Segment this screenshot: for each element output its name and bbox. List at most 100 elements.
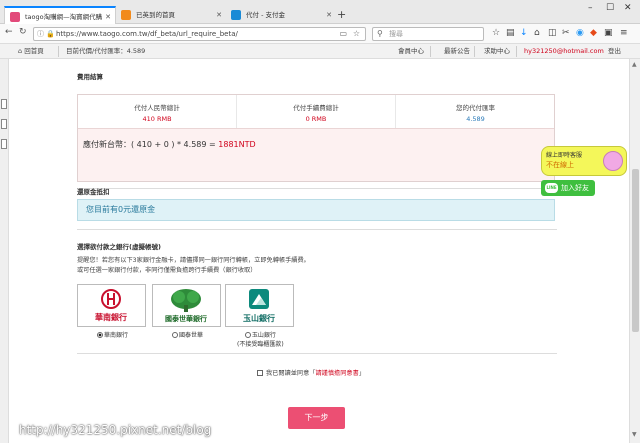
bank-card-esun[interactable]: 玉山銀行 xyxy=(225,284,294,327)
addon-icon[interactable]: ◆ xyxy=(590,28,597,38)
url-bar[interactable]: ⓘ 🔒 https://www.taogo.com.tw/df_beta/url… xyxy=(33,27,366,41)
side-tool-icon[interactable] xyxy=(1,99,7,109)
close-icon[interactable]: ✕ xyxy=(216,6,222,24)
sync-icon[interactable]: ◉ xyxy=(576,28,584,38)
huanan-bank-logo: 華南銀行 xyxy=(95,289,127,322)
news-link[interactable]: 最新公告 xyxy=(444,44,470,59)
line-add-friend-button[interactable]: LINE 加入好友 xyxy=(541,180,595,196)
home-link-label: 回首頁 xyxy=(24,47,44,55)
cathay-logo-text: 國泰世華銀行 xyxy=(165,314,207,323)
header-divider xyxy=(474,46,475,57)
minimize-icon[interactable]: – xyxy=(588,3,593,13)
section-divider xyxy=(77,229,557,230)
maximize-icon[interactable]: ☐ xyxy=(606,3,614,13)
live-support-status: 不在線上 xyxy=(546,161,574,169)
radio-esun[interactable]: 玉山銀行 (不接受臨櫃匯款) xyxy=(237,330,284,348)
rmb-total-label: 代付人民幣總計 xyxy=(134,104,180,112)
window-close-icon[interactable]: ✕ xyxy=(624,3,632,13)
exchange-rate-label: 目前代價/代付匯率：4.589 xyxy=(66,47,146,55)
tab-taogo[interactable]: taogo淘購網—淘寶網代購 ✕ xyxy=(4,6,116,24)
agreement-row[interactable]: 我已閱讀並同意「請謹慎擔同意書」 xyxy=(257,368,365,377)
tab-homepage[interactable]: 已英到的首頁 ✕ xyxy=(116,6,226,24)
back-icon[interactable]: ← xyxy=(5,27,13,37)
fee-total-value: 0 RMB xyxy=(305,115,327,123)
close-icon[interactable]: ✕ xyxy=(326,6,332,24)
radio-button[interactable] xyxy=(172,332,178,338)
extension-icon[interactable]: ▣ xyxy=(604,28,613,38)
home-link[interactable]: ⌂ 回首頁 xyxy=(18,44,44,59)
side-toolbar xyxy=(0,59,9,443)
rmb-total-col: 代付人民幣總計 410 RMB xyxy=(78,95,237,128)
page-scrollbar[interactable]: ▲ ▼ xyxy=(629,59,640,443)
help-center-link[interactable]: 求助中心 xyxy=(484,44,510,59)
info-icon[interactable]: ⓘ xyxy=(37,28,44,40)
menu-icon[interactable]: ≡ xyxy=(620,28,628,38)
side-tool-icon[interactable] xyxy=(1,139,7,149)
bank-section-title: 選擇欲付款之銀行(虛擬帳號) xyxy=(77,243,161,251)
url-text: https://www.taogo.com.tw/df_beta/url_req… xyxy=(56,30,238,38)
tab-label: 已英到的首頁 xyxy=(136,11,175,19)
tab-label: taogo淘購網—淘寶網代購 xyxy=(25,13,103,21)
esun-logo-text: 玉山銀行 xyxy=(243,313,275,323)
header-divider xyxy=(516,46,517,57)
star-icon[interactable]: ☆ xyxy=(492,28,500,38)
radio-button[interactable] xyxy=(244,332,251,338)
bank-note-line2: 或可任選一家銀行付款，非同行僅需負擔跨行手續費（銀行收取） xyxy=(77,267,257,274)
rmb-total-value: 410 RMB xyxy=(142,115,172,123)
side-tool-icon[interactable] xyxy=(1,119,7,129)
browser-tab-bar: taogo淘購網—淘寶網代購 ✕ 已英到的首頁 ✕ 代付 - 支付金 ✕ + –… xyxy=(0,0,640,24)
radio-button-selected[interactable] xyxy=(97,332,103,338)
scroll-up-icon[interactable]: ▲ xyxy=(632,61,637,68)
header-divider xyxy=(430,46,431,57)
tab-alipay[interactable]: 代付 - 支付金 ✕ xyxy=(226,6,336,24)
line-logo-icon: LINE xyxy=(545,183,558,193)
new-tab-icon[interactable]: + xyxy=(337,8,346,21)
refund-balance-box: 您目前有0元還原金 xyxy=(77,199,555,221)
bookmark-star-icon[interactable]: ☆ xyxy=(353,28,360,40)
radio-huanan[interactable]: 華南銀行 xyxy=(97,330,128,339)
blog-watermark: http://hy321250.pixnet.net/blog xyxy=(19,423,212,437)
scroll-thumb[interactable] xyxy=(632,169,639,332)
section-divider xyxy=(77,353,557,354)
payable-amount: 1881NTD xyxy=(218,140,256,149)
payable-total-row: 應付新台幣：( 410 + 0 ) * 4.589 = 1881NTD xyxy=(78,128,554,181)
member-center-link[interactable]: 會員中心 xyxy=(398,44,424,59)
radio-label: 華南銀行 xyxy=(104,332,129,339)
next-step-button[interactable]: 下一步 xyxy=(288,407,345,429)
page-favicon-icon xyxy=(121,10,131,20)
close-icon[interactable]: ✕ xyxy=(105,8,111,24)
radio-label: 國泰世華 xyxy=(179,332,204,339)
bank-card-cathay[interactable]: 國泰世華銀行 xyxy=(152,284,221,327)
radio-cathay[interactable]: 國泰世華 xyxy=(172,330,203,339)
user-email[interactable]: hy321250@hotmail.com xyxy=(524,44,604,59)
bank-card-huanan[interactable]: 華南銀行 xyxy=(77,284,146,327)
rate-label: 您的代付匯率 xyxy=(456,104,495,112)
section-divider xyxy=(77,188,557,189)
reader-icon[interactable]: ▭ xyxy=(339,28,347,40)
esun-bank-logo: 玉山銀行 xyxy=(243,289,275,323)
home-icon[interactable]: ⌂ xyxy=(534,28,540,38)
library-icon[interactable]: ▤ xyxy=(506,28,515,38)
line-add-friend-label: 加入好友 xyxy=(561,184,589,192)
main-content: 費用結算 代付人民幣總計 410 RMB 代付手續費總計 0 RMB 您的代付匯… xyxy=(9,59,629,443)
live-support-widget[interactable]: 線上即時客服 不在線上 xyxy=(541,146,627,176)
payable-total: 應付新台幣：( 410 + 0 ) * 4.589 = 1881NTD xyxy=(83,139,256,150)
refund-section-title: 還原金抵扣 xyxy=(77,188,110,196)
radio-sublabel: (不接受臨櫃匯款) xyxy=(237,341,284,348)
bank-note-line1: 提醒您！若您有以下3家銀行金融卡，請儘擇同一銀行同行轉帳，立即免轉帳手續費。 xyxy=(77,257,310,264)
reload-icon[interactable]: ↻ xyxy=(19,27,27,37)
logout-link[interactable]: 登出 xyxy=(608,44,621,59)
live-support-label: 線上即時客服 xyxy=(546,152,583,159)
agreement-suffix: 」 xyxy=(358,370,365,377)
agreement-checkbox[interactable] xyxy=(257,370,263,376)
fee-section-title: 費用結算 xyxy=(77,73,103,81)
search-input[interactable]: ⚲ 搜尋 xyxy=(372,27,484,41)
pocket-icon[interactable]: ◫ xyxy=(548,28,557,38)
download-icon[interactable]: ↓ xyxy=(520,28,528,38)
search-icon: ⚲ xyxy=(377,29,383,38)
payable-formula: 應付新台幣：( 410 + 0 ) * 4.589 = xyxy=(83,140,219,149)
browser-nav-bar: ← ↻ ⓘ 🔒 https://www.taogo.com.tw/df_beta… xyxy=(0,24,640,44)
screenshot-icon[interactable]: ✂ xyxy=(562,28,570,38)
agreement-link[interactable]: 請謹慎擔同意書 xyxy=(316,370,359,377)
scroll-down-icon[interactable]: ▼ xyxy=(632,431,637,438)
